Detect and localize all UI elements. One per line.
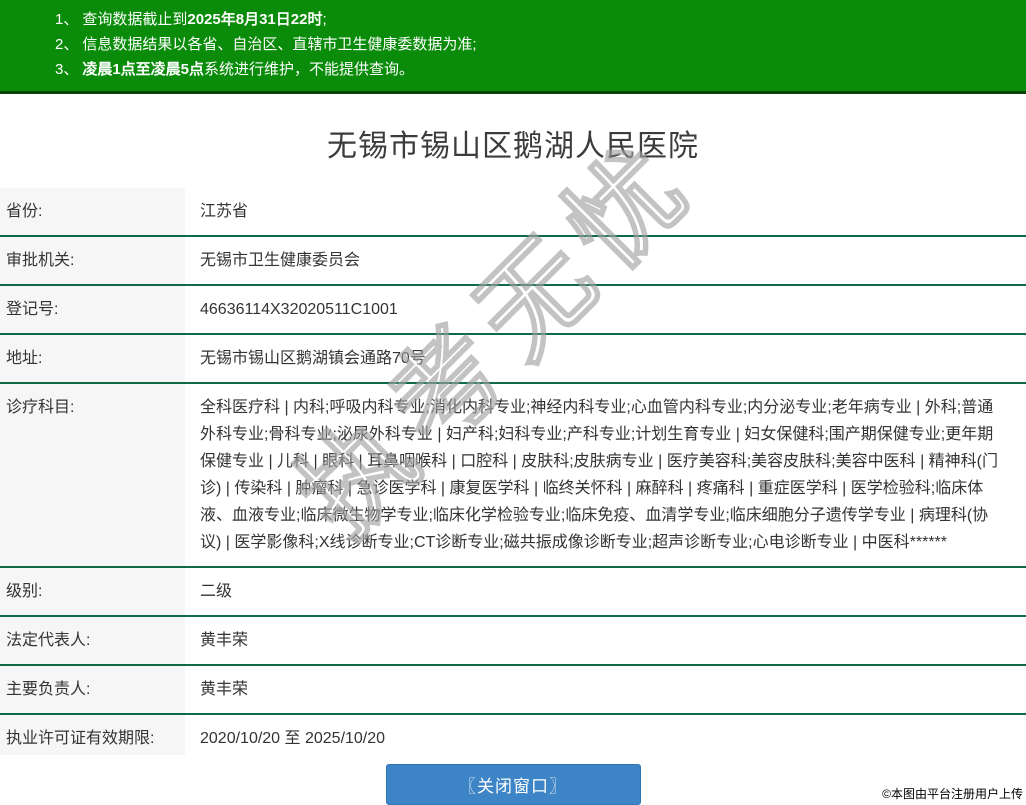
notice-item-text: 信息数据结果以各省、自治区、直辖市卫生健康委数据为准; [82,36,476,53]
row-label: 登记号: [0,286,185,333]
row-value: 江苏省 [185,188,1026,235]
notice-item-text: ; [322,11,326,28]
table-row: 地址:无锡市锡山区鹅湖镇会通路70号 [0,335,1026,384]
table-row: 级别:二级 [0,568,1026,617]
row-label: 主要负责人: [0,666,185,713]
row-value: 全科医疗科 | 内科;呼吸内科专业;消化内科专业;神经内科专业;心血管内科专业;… [185,384,1026,566]
table-row: 诊疗科目:全科医疗科 | 内科;呼吸内科专业;消化内科专业;神经内科专业;心血管… [0,384,1026,568]
row-label: 诊疗科目: [0,384,185,566]
notice-item: 1、查询数据截止到2025年8月31日22时; [55,7,1006,32]
notice-item-text: 凌晨1点至凌晨5点 [82,61,204,78]
table-row: 审批机关:无锡市卫生健康委员会 [0,237,1026,286]
footer-bar: 〖关闭窗口〗 [0,755,1026,805]
table-row: 省份:江苏省 [0,188,1026,237]
row-label: 级别: [0,568,185,615]
notice-item-text: 系统进行维护，不能提供查询。 [204,61,414,78]
row-value: 黄丰荣 [185,666,1026,713]
credit-text: ©本图由平台注册用户上传 [882,785,1023,802]
hospital-info-table: 省份:江苏省审批机关:无锡市卫生健康委员会登记号:46636114X320205… [0,188,1026,764]
notice-item-number: 1、 [55,11,78,28]
row-label: 省份: [0,188,185,235]
row-label: 法定代表人: [0,617,185,664]
row-label: 审批机关: [0,237,185,284]
close-window-button[interactable]: 〖关闭窗口〗 [386,764,641,805]
row-value: 黄丰荣 [185,617,1026,664]
notice-item-text: 2025年8月31日22时 [187,11,322,28]
notice-item: 3、凌晨1点至凌晨5点系统进行维护，不能提供查询。 [55,57,1006,82]
notice-item-text: 查询数据截止到 [82,11,187,28]
row-value: 无锡市锡山区鹅湖镇会通路70号 [185,335,1026,382]
row-value: 二级 [185,568,1026,615]
page-title: 无锡市锡山区鹅湖人民医院 [0,94,1026,188]
row-value: 无锡市卫生健康委员会 [185,237,1026,284]
table-row: 登记号:46636114X32020511C1001 [0,286,1026,335]
notice-item: 2、信息数据结果以各省、自治区、直辖市卫生健康委数据为准; [55,32,1006,57]
notice-item-number: 2、 [55,36,78,53]
table-row: 主要负责人:黄丰荣 [0,666,1026,715]
notice-item-number: 3、 [55,61,78,78]
row-value: 46636114X32020511C1001 [185,286,1026,333]
notice-banner: 1、查询数据截止到2025年8月31日22时;2、信息数据结果以各省、自治区、直… [0,0,1026,94]
table-row: 法定代表人:黄丰荣 [0,617,1026,666]
row-label: 地址: [0,335,185,382]
